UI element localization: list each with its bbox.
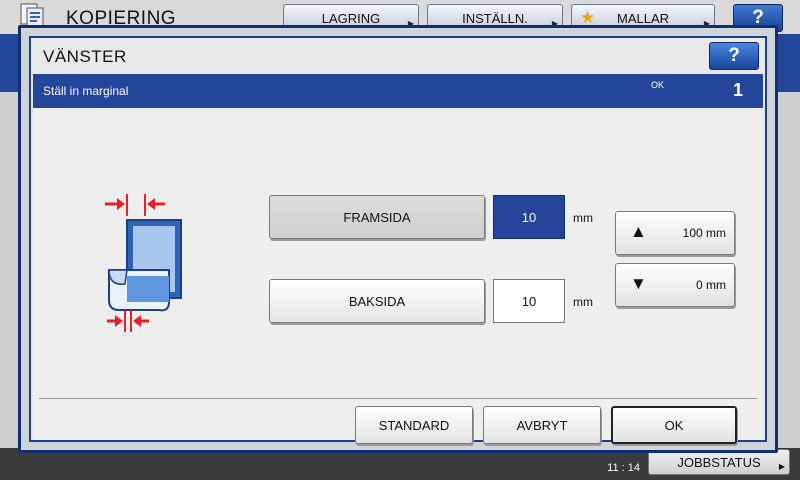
back-side-label: BAKSIDA [348, 293, 406, 309]
decrease-margin-button[interactable]: ▼ 0 mm [615, 263, 735, 307]
cancel-label: AVBRYT [516, 417, 568, 433]
tab-mallar-label: MALLAR [616, 10, 670, 26]
max-margin-label: 100 mm [682, 226, 726, 240]
dialog-subbar: Ställ in marginal OK 1 [33, 74, 763, 108]
step-number: 1 [733, 80, 744, 100]
time-display: 11 : 14 [607, 462, 640, 474]
cancel-button[interactable]: AVBRYT [483, 406, 601, 444]
front-margin-unit: mm [573, 211, 593, 225]
min-margin-label: 0 mm [696, 278, 726, 292]
tab-lagring-label: LAGRING [321, 10, 381, 26]
corner-arrow-icon: ▶ [778, 462, 785, 471]
ok-button[interactable]: OK [611, 406, 737, 444]
back-margin-value[interactable]: 10 [493, 279, 565, 323]
down-triangle-icon: ▼ [630, 274, 647, 293]
dialog-panel: VÄNSTER ? Ställ in marginal OK 1 FRAMSID… [29, 36, 767, 444]
back-margin-unit: mm [573, 295, 593, 309]
standard-label: STANDARD [378, 417, 450, 433]
help-icon: ? [728, 45, 740, 66]
margin-illustration [105, 194, 182, 332]
back-side-button[interactable]: BAKSIDA [269, 279, 485, 323]
standard-button[interactable]: STANDARD [355, 406, 473, 444]
dialog-title: VÄNSTER [43, 47, 127, 66]
dialog-help-button[interactable]: ? [709, 42, 759, 70]
margin-dialog: VÄNSTER ? Ställ in marginal OK 1 FRAMSID… [18, 25, 778, 453]
job-status-label: JOBBSTATUS [677, 454, 761, 470]
ok-label: OK [664, 417, 684, 433]
front-side-button[interactable]: FRAMSIDA [269, 195, 485, 239]
dialog-subtitle: Ställ in marginal [43, 84, 129, 98]
ok-indicator: OK [651, 80, 665, 90]
front-side-label: FRAMSIDA [343, 209, 411, 225]
front-margin-value[interactable]: 10 [493, 195, 565, 239]
footer-divider [39, 398, 757, 399]
up-triangle-icon: ▲ [630, 222, 647, 241]
increase-margin-button[interactable]: ▲ 100 mm [615, 211, 735, 255]
dialog-content: FRAMSIDA 10 mm BAKSIDA 10 mm ▲ 100 mm ▼ … [33, 108, 763, 444]
tab-installn-label: INSTÄLLN. [462, 10, 528, 26]
